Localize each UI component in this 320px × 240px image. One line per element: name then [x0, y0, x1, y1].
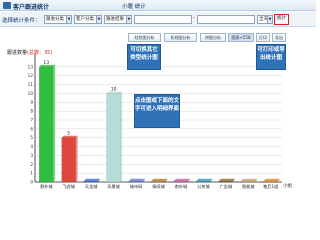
bar[interactable]: [106, 93, 121, 183]
y-tick-label: 0: [30, 180, 33, 185]
y-tick-label: 9: [30, 100, 33, 105]
bar-top: [173, 178, 190, 181]
bar-top: [129, 178, 146, 181]
y-tick-label: 11: [28, 82, 34, 87]
y-tick-label: 2: [30, 162, 33, 167]
bar[interactable]: [173, 180, 189, 183]
bar-top: [196, 178, 213, 181]
y-tick-label: 13: [28, 64, 34, 69]
bar[interactable]: [218, 180, 234, 183]
bar-top: [218, 178, 235, 181]
bar[interactable]: [83, 180, 99, 183]
y-tick-label: 4: [30, 144, 33, 149]
bar[interactable]: [128, 180, 144, 183]
callout-print-export: 可打印或导出统计图: [256, 44, 286, 70]
x-tick-label[interactable]: 广告城: [220, 183, 233, 190]
y-tick-label: 7: [30, 118, 33, 123]
x-tick-label[interactable]: 售后1组: [263, 183, 278, 190]
bar-side: [75, 135, 78, 182]
y-tick-label: 5: [30, 135, 33, 140]
y-tick-label: 6: [30, 126, 33, 131]
x-tick-label[interactable]: 接续城: [152, 183, 165, 190]
bar[interactable]: [61, 137, 76, 183]
bar[interactable]: [241, 180, 256, 183]
bar[interactable]: [263, 180, 278, 183]
bar-top: [84, 178, 101, 181]
bar[interactable]: [151, 180, 166, 183]
x-tick-label[interactable]: 风景城: [107, 183, 120, 190]
data-label: 13: [43, 60, 49, 66]
x-tick-label[interactable]: 天龙城: [85, 183, 98, 190]
y-tick-label: 10: [28, 91, 34, 96]
y-tick-label: 12: [28, 73, 34, 78]
bar-top: [151, 178, 168, 181]
x-tick-label[interactable]: 智能城: [242, 183, 255, 190]
x-tick-label[interactable]: 南外城: [175, 183, 188, 190]
data-label: 10: [111, 86, 117, 92]
x-tick-label[interactable]: 公关城: [197, 183, 210, 190]
x-axis-unit: 小组: [283, 184, 292, 189]
bar-top: [241, 178, 258, 181]
y-tick-label: 8: [30, 109, 33, 114]
data-label: 5: [67, 131, 70, 137]
bar-side: [53, 64, 56, 182]
x-tick-label[interactable]: 城市网: [130, 183, 143, 190]
bar-side: [120, 91, 123, 182]
bar-top: [263, 178, 280, 181]
x-tick-label[interactable]: 野外城: [40, 183, 53, 190]
bar[interactable]: [39, 66, 54, 183]
y-tick-label: 1: [30, 171, 33, 176]
x-tick-label[interactable]: 飞虎城: [62, 183, 75, 190]
callout-click-detail: 点击图或下面的文字可进入明细界面: [134, 94, 180, 128]
callout-switch-chart: 可切换其它类型统计图: [127, 44, 161, 70]
bar[interactable]: [196, 180, 211, 183]
y-tick-label: 3: [30, 153, 33, 158]
